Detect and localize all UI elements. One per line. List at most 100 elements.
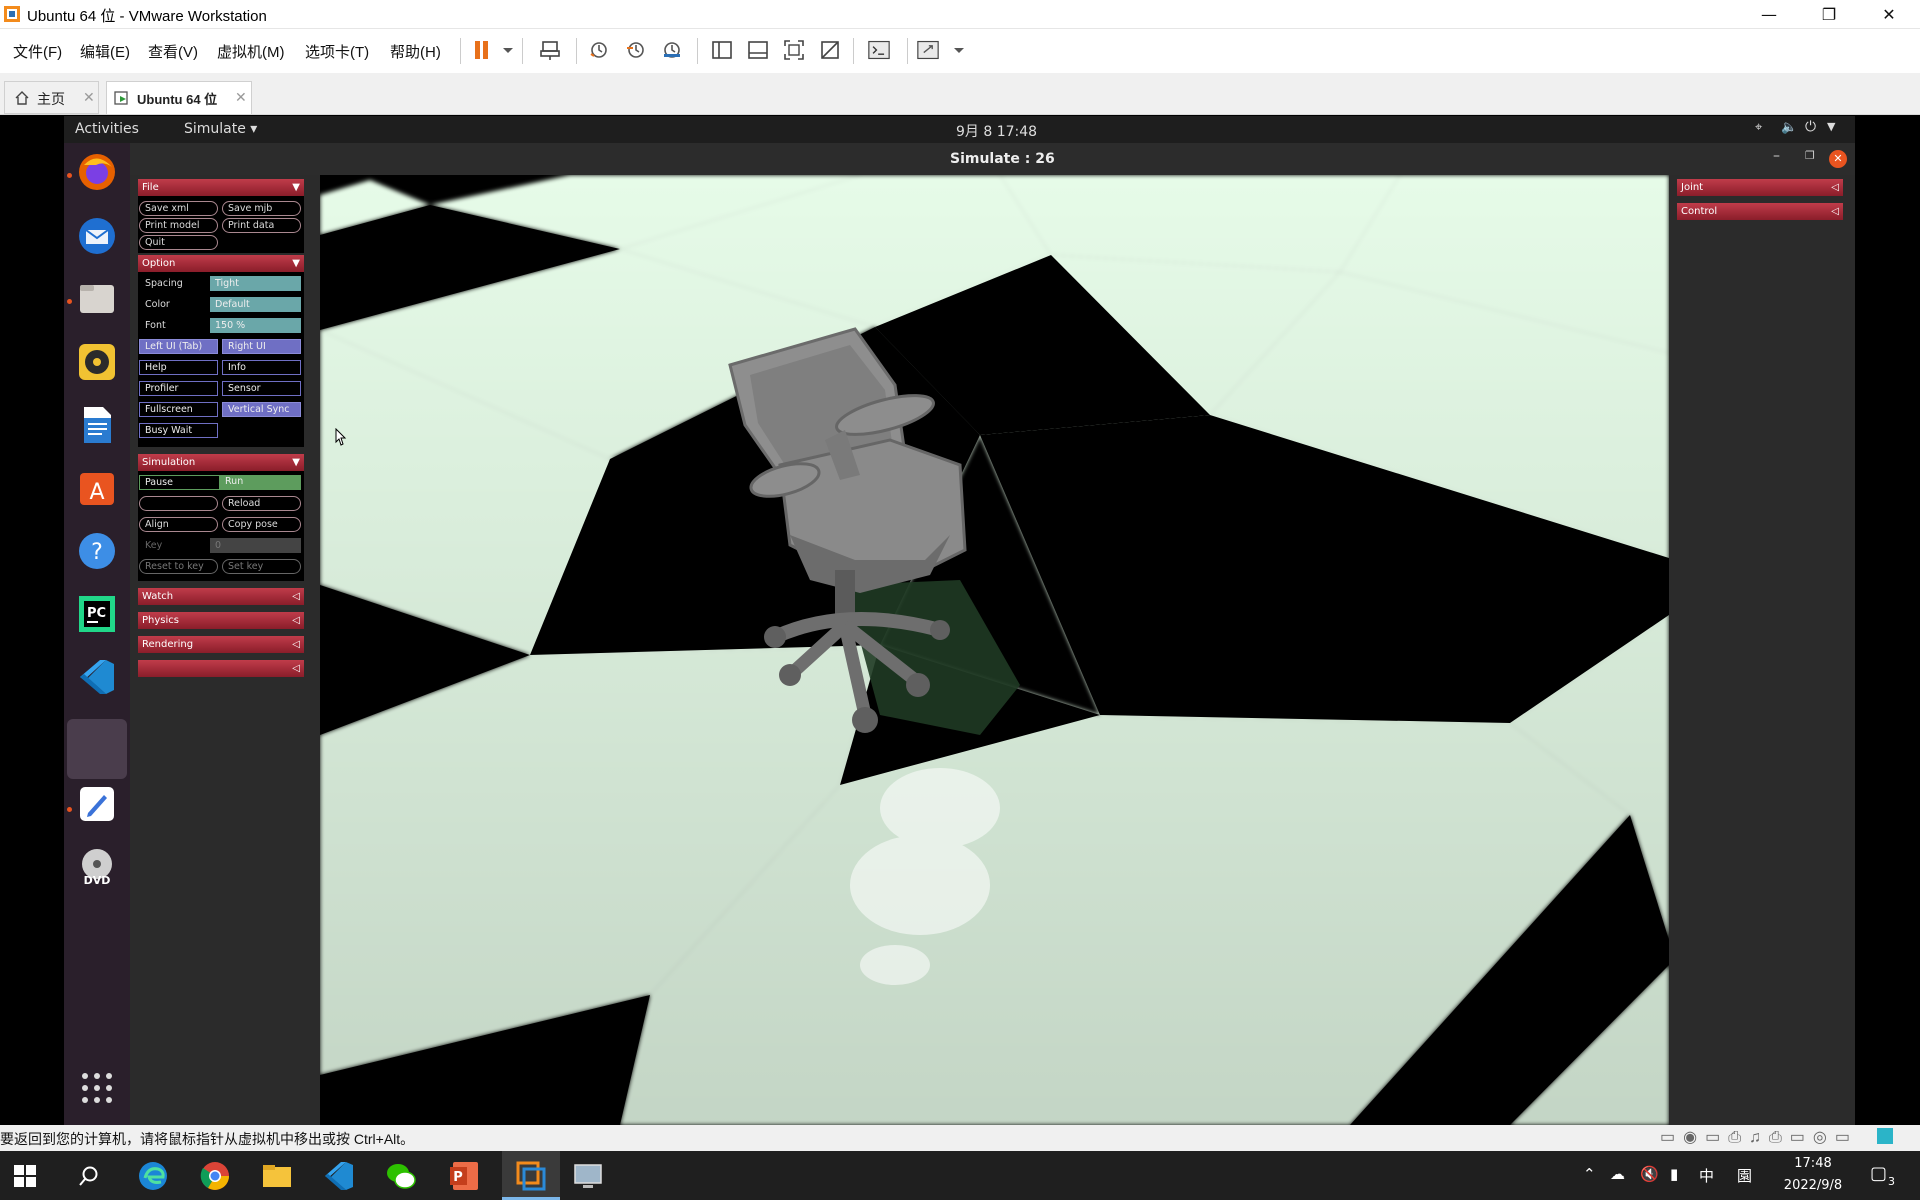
save-mjb-button[interactable]: Save mjb [222, 201, 301, 216]
section-option[interactable]: Option ▼ [138, 255, 304, 272]
power-icon[interactable]: ⏻ [1805, 119, 1816, 135]
restore-button[interactable]: ❐ [1800, 0, 1858, 29]
save-xml-button[interactable]: Save xml [139, 201, 218, 216]
spacing-select[interactable]: Tight [210, 276, 301, 291]
thunderbird-icon[interactable] [76, 215, 118, 257]
app-minimize-button[interactable]: – [1773, 148, 1780, 164]
pycharm-icon[interactable]: PC [76, 593, 118, 635]
send-keys-icon[interactable] [539, 39, 561, 61]
simulate-app-icon[interactable] [67, 719, 127, 779]
onedrive-icon[interactable]: ☁ [1610, 1165, 1625, 1183]
section-file[interactable]: File ▼ [138, 179, 304, 196]
section-unnamed[interactable]: ◁ [138, 660, 304, 677]
file-explorer-icon[interactable] [260, 1159, 294, 1193]
activities-button[interactable]: Activities [75, 121, 139, 137]
section-physics[interactable]: Physics ◁ [138, 612, 304, 629]
vscode-icon[interactable] [76, 656, 118, 698]
network-icon[interactable]: ⌖ [1755, 120, 1762, 135]
taskbar-time[interactable]: 17:48 [1778, 1156, 1848, 1171]
close-tab-icon[interactable]: ✕ [83, 89, 95, 106]
revert-snapshot-icon[interactable] [625, 39, 647, 61]
busy-wait-toggle[interactable]: Busy Wait [139, 423, 218, 438]
left-ui-toggle[interactable]: Left UI (Tab) [139, 339, 218, 354]
key-slider[interactable]: 0 [210, 538, 301, 553]
show-apps-icon[interactable] [80, 1071, 114, 1105]
console-icon[interactable] [868, 39, 894, 61]
info-toggle[interactable]: Info [222, 360, 301, 375]
stretch-icon[interactable] [917, 39, 943, 61]
files-icon[interactable] [76, 278, 118, 320]
section-simulation[interactable]: Simulation ▼ [138, 454, 304, 471]
section-rendering[interactable]: Rendering ◁ [138, 636, 304, 653]
device-status-icons[interactable]: ▭◉▭⎙♫⎙▭◎▭ [1660, 1127, 1858, 1147]
thumbnail-view-icon[interactable] [747, 39, 769, 61]
snapshot-icon[interactable] [588, 39, 610, 61]
vscode-taskbar-icon[interactable] [322, 1159, 356, 1193]
color-select[interactable]: Default [210, 297, 301, 312]
pause-radio[interactable]: Pause [139, 475, 220, 490]
chevron-down-icon[interactable] [497, 39, 513, 61]
fullscreen-icon[interactable] [783, 39, 805, 61]
vertical-sync-toggle[interactable]: Vertical Sync [222, 402, 301, 417]
print-data-button[interactable]: Print data [222, 218, 301, 233]
close-tab-icon[interactable]: ✕ [235, 89, 247, 106]
align-button[interactable]: Align [139, 517, 218, 532]
copy-pose-button[interactable]: Copy pose [222, 517, 301, 532]
simulation-viewport[interactable] [320, 175, 1669, 1125]
font-select[interactable]: 150 % [210, 318, 301, 333]
help-icon[interactable]: ? [76, 530, 118, 572]
close-window-button[interactable]: ✕ [1860, 0, 1918, 29]
chrome-icon[interactable] [198, 1159, 232, 1193]
menu-tabs[interactable]: 选项卡(T) [305, 41, 369, 62]
section-watch[interactable]: Watch ◁ [138, 588, 304, 605]
vmware-taskbar-button[interactable] [502, 1151, 560, 1200]
libreoffice-writer-icon[interactable] [76, 404, 118, 446]
unity-icon[interactable] [819, 39, 841, 61]
right-ui-toggle[interactable]: Right UI [222, 339, 301, 354]
pause-vm-icon[interactable] [471, 39, 493, 61]
sensor-toggle[interactable]: Sensor [222, 381, 301, 396]
menu-help[interactable]: 帮助(H) [390, 41, 441, 62]
reset-button[interactable] [139, 496, 218, 511]
notification-icon[interactable]: ▢ [1870, 1163, 1887, 1184]
set-key-button[interactable]: Set key [222, 559, 301, 574]
tab-home[interactable]: 主页 ✕ [4, 81, 99, 114]
menu-edit[interactable]: 编辑(E) [80, 41, 130, 62]
help-toggle[interactable]: Help [139, 360, 218, 375]
windows-start-icon[interactable] [14, 1165, 36, 1187]
taskbar-date[interactable]: 2022/9/8 [1778, 1178, 1848, 1193]
minimize-button[interactable]: — [1740, 0, 1798, 29]
software-center-icon[interactable]: A [76, 467, 118, 509]
stretch-dropdown-icon[interactable] [948, 39, 964, 61]
ime-layout-icon[interactable]: 園 [1737, 1165, 1752, 1186]
rhythmbox-icon[interactable] [76, 341, 118, 383]
text-editor-icon[interactable] [76, 783, 118, 825]
fullscreen-toggle[interactable]: Fullscreen [139, 402, 218, 417]
section-control[interactable]: Control ◁ [1677, 203, 1843, 220]
menu-view[interactable]: 查看(V) [148, 41, 198, 62]
speaker-muted-icon[interactable]: 🔇 [1640, 1165, 1659, 1183]
app-close-button[interactable]: ✕ [1829, 150, 1847, 168]
app-restore-button[interactable]: ❐ [1805, 149, 1815, 162]
snapshot-manager-icon[interactable] [661, 39, 683, 61]
run-radio[interactable]: Run [220, 475, 301, 490]
show-hidden-icons[interactable]: ⌃ [1583, 1165, 1596, 1183]
gnome-clock[interactable]: 9月 8 17:48 [956, 121, 1037, 141]
section-joint[interactable]: Joint ◁ [1677, 179, 1843, 196]
battery-icon[interactable]: ▮ [1670, 1165, 1678, 1183]
volume-icon[interactable]: 🔈 [1781, 120, 1797, 135]
firefox-icon[interactable] [76, 151, 118, 193]
menu-vm[interactable]: 虚拟机(M) [217, 41, 285, 62]
app-menu[interactable]: Simulate ▾ [184, 121, 257, 137]
wechat-icon[interactable] [384, 1159, 418, 1193]
sidebar-view-icon[interactable] [711, 39, 733, 61]
tab-ubuntu[interactable]: Ubuntu 64 位 ✕ [106, 81, 252, 114]
print-model-button[interactable]: Print model [139, 218, 218, 233]
profiler-toggle[interactable]: Profiler [139, 381, 218, 396]
reload-button[interactable]: Reload [222, 496, 301, 511]
dvd-icon[interactable]: DVD [76, 846, 118, 888]
quit-button[interactable]: Quit [139, 235, 218, 250]
search-icon[interactable] [78, 1165, 100, 1187]
ime-mode[interactable]: 中 [1699, 1165, 1714, 1186]
powerpoint-icon[interactable]: P [447, 1159, 481, 1193]
